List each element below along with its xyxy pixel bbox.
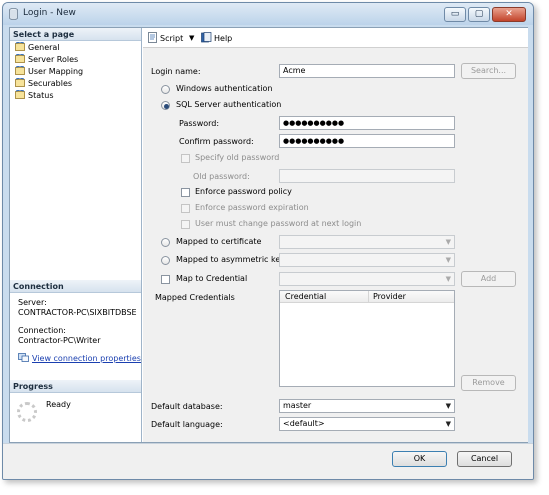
page-item-user-mapping[interactable]: User Mapping xyxy=(15,66,135,78)
password-input[interactable]: ●●●●●●●●●● xyxy=(279,116,455,130)
enforce-password-expiration-checkbox[interactable] xyxy=(181,204,190,213)
page-item-label: Server Roles xyxy=(28,55,79,64)
progress-spinner-icon xyxy=(17,402,37,422)
credential-dropdown[interactable]: ▼ xyxy=(279,272,455,286)
page-item-label: Status xyxy=(28,91,54,100)
help-button[interactable]: Help xyxy=(201,32,232,44)
default-database-value: master xyxy=(283,401,312,410)
help-label: Help xyxy=(214,34,233,43)
page-item-label: User Mapping xyxy=(28,67,84,76)
progress-status: Ready xyxy=(46,400,71,409)
properties-page-icon xyxy=(15,78,25,87)
old-password-label: Old password: xyxy=(193,172,250,181)
page-item-label: General xyxy=(28,43,60,52)
page-item-status[interactable]: Status xyxy=(15,90,135,102)
login-name-label: Login name: xyxy=(151,67,201,76)
search-button[interactable]: Search... xyxy=(461,63,516,79)
enforce-password-expiration-label: Enforce password expiration xyxy=(195,203,309,212)
default-language-dropdown[interactable]: <default> ▼ xyxy=(279,417,455,431)
close-button[interactable]: ✕ xyxy=(492,7,526,22)
map-to-credential-checkbox[interactable] xyxy=(161,275,170,284)
enforce-password-policy-checkbox[interactable] xyxy=(181,188,190,197)
page-item-general[interactable]: General xyxy=(15,42,135,54)
default-language-label: Default language: xyxy=(151,420,223,429)
ok-button[interactable]: OK xyxy=(392,451,447,467)
maximize-button[interactable]: ▢ xyxy=(468,7,490,22)
window-title: Login - New xyxy=(23,8,76,18)
password-label: Password: xyxy=(179,119,220,128)
script-icon xyxy=(148,32,157,43)
script-button[interactable]: Script xyxy=(147,32,183,44)
page-item-server-roles[interactable]: Server Roles xyxy=(15,54,135,66)
add-credential-button[interactable]: Add xyxy=(461,271,516,287)
properties-page-icon xyxy=(15,66,25,75)
server-label: Server: xyxy=(18,298,47,307)
minimize-button[interactable]: ▭ xyxy=(444,7,466,22)
select-page-header: Select a page xyxy=(10,28,141,41)
sql-server-authentication-label: SQL Server authentication xyxy=(176,100,282,109)
title-bar[interactable]: Login - New ▭ ▢ ✕ xyxy=(3,3,533,25)
mapped-credentials-label: Mapped Credentials xyxy=(155,293,235,302)
chevron-down-icon: ▼ xyxy=(445,256,451,264)
grid-header: Credential Provider xyxy=(280,291,454,303)
login-new-window: Login - New ▭ ▢ ✕ Select a page General … xyxy=(2,2,534,480)
windows-authentication-radio[interactable] xyxy=(161,85,170,94)
default-database-label: Default database: xyxy=(151,402,223,411)
old-password-input[interactable] xyxy=(279,169,455,183)
view-connection-properties-link[interactable]: View connection properties xyxy=(32,354,141,363)
mapped-to-asymmetric-key-label: Mapped to asymmetric key xyxy=(176,255,285,264)
cancel-button[interactable]: Cancel xyxy=(457,451,512,467)
mapped-credentials-grid[interactable]: Credential Provider xyxy=(279,290,455,387)
must-change-password-checkbox[interactable] xyxy=(181,220,190,229)
chevron-down-icon: ▼ xyxy=(445,402,451,410)
mapped-to-certificate-label: Mapped to certificate xyxy=(176,237,262,246)
confirm-password-label: Confirm password: xyxy=(179,137,254,146)
enforce-password-policy-label: Enforce password policy xyxy=(195,187,292,196)
help-icon xyxy=(201,32,212,43)
windows-authentication-label: Windows authentication xyxy=(176,84,273,93)
maximize-icon: ▢ xyxy=(474,9,484,19)
progress-header: Progress xyxy=(10,380,141,393)
close-icon: ✕ xyxy=(505,9,513,19)
dialog-button-bar: OK Cancel xyxy=(3,443,533,479)
properties-page-icon xyxy=(15,54,25,63)
script-label: Script xyxy=(160,34,184,43)
server-value: CONTRACTOR-PC\SIXBITDBSE xyxy=(18,308,137,317)
specify-old-password-label: Specify old password xyxy=(195,153,280,162)
column-header-credential[interactable]: Credential xyxy=(285,291,326,303)
sql-server-authentication-radio[interactable] xyxy=(161,101,170,110)
minimize-icon: ▭ xyxy=(450,9,460,19)
certificate-dropdown[interactable]: ▼ xyxy=(279,235,455,249)
dialog-client: Select a page General Server Roles User … xyxy=(9,27,528,443)
map-to-credential-label: Map to Credential xyxy=(176,274,248,283)
chevron-down-icon: ▼ xyxy=(445,420,451,428)
column-header-provider[interactable]: Provider xyxy=(373,291,406,303)
properties-page-icon xyxy=(15,42,25,51)
toolbar: Script ▼ Help xyxy=(143,28,528,48)
default-language-value: <default> xyxy=(283,419,325,428)
specify-old-password-checkbox[interactable] xyxy=(181,154,190,163)
mapped-to-certificate-radio[interactable] xyxy=(161,238,170,247)
default-database-dropdown[interactable]: master ▼ xyxy=(279,399,455,413)
remove-credential-button[interactable]: Remove xyxy=(461,375,516,391)
login-name-input[interactable]: Acme xyxy=(279,64,455,78)
connection-label: Connection: xyxy=(18,326,66,335)
right-pane: Script ▼ Help Login name: Acme Search...… xyxy=(143,28,528,442)
connection-header: Connection xyxy=(10,280,141,293)
page-item-label: Securables xyxy=(28,79,73,88)
script-dropdown-arrow-icon[interactable]: ▼ xyxy=(189,32,194,44)
connection-properties-icon xyxy=(18,353,29,362)
left-pane: Select a page General Server Roles User … xyxy=(10,28,142,442)
connection-value: Contractor-PC\Writer xyxy=(18,336,101,345)
database-icon xyxy=(9,8,18,20)
must-change-password-label: User must change password at next login xyxy=(195,219,362,228)
page-item-securables[interactable]: Securables xyxy=(15,78,135,90)
view-connection-properties[interactable]: View connection properties xyxy=(18,353,141,364)
mapped-to-asymmetric-key-radio[interactable] xyxy=(161,256,170,265)
asymmetric-key-dropdown[interactable]: ▼ xyxy=(279,253,455,267)
chevron-down-icon: ▼ xyxy=(445,275,451,283)
chevron-down-icon: ▼ xyxy=(445,238,451,246)
properties-page-icon xyxy=(15,90,25,99)
confirm-password-input[interactable]: ●●●●●●●●●● xyxy=(279,134,455,148)
